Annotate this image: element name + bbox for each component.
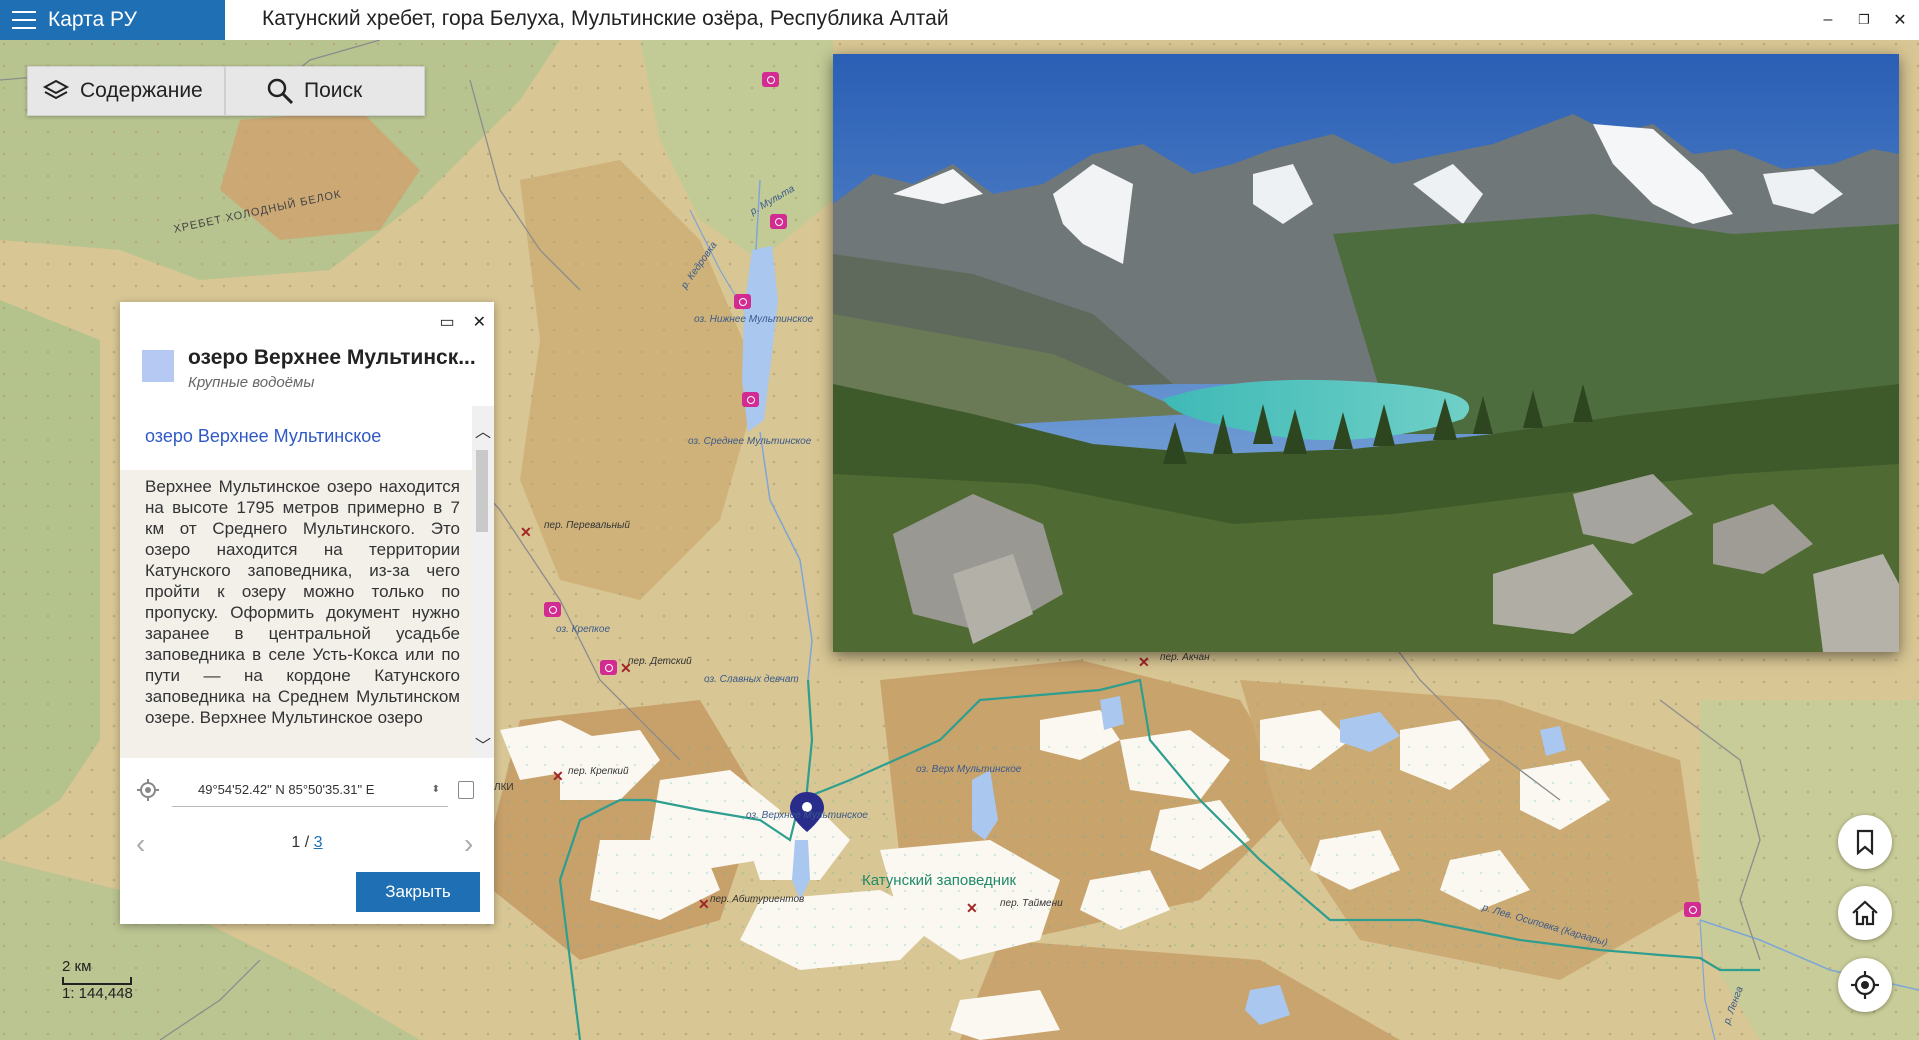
feature-details-scroll[interactable]: озеро Верхнее Мультинское Верхнее Мульти…: [120, 406, 494, 758]
photo-poi-icon[interactable]: [1684, 902, 1701, 917]
map-label-lake-upper-east[interactable]: оз. Верх Мультинское: [916, 764, 1021, 775]
page-separator: /: [300, 834, 314, 851]
close-panel-button[interactable]: Закрыть: [356, 872, 480, 912]
bookmark-icon: [1856, 829, 1874, 856]
map-label-pass-akchan[interactable]: пер. Акчан: [1160, 652, 1210, 663]
search-icon: [266, 77, 294, 105]
map-label-reserve: Катунский заповедник: [862, 872, 1017, 889]
photo-poi-icon[interactable]: [600, 660, 617, 675]
pass-marker-icon[interactable]: ✕: [620, 660, 632, 677]
home-icon: [1852, 900, 1878, 926]
title-bar: Карта РУ Катунский хребет, гора Белуха, …: [0, 0, 1919, 40]
feature-layer-name: Крупные водоёмы: [188, 374, 315, 391]
photo-poi-icon[interactable]: [762, 72, 779, 87]
pass-marker-icon[interactable]: ✕: [698, 896, 710, 913]
map-label-pass-abiturientov[interactable]: пер. Абитуриентов: [710, 894, 804, 905]
photo-poi-icon[interactable]: [734, 294, 751, 309]
map-label-lake-slavnyh[interactable]: оз. Славных девчат: [704, 674, 799, 685]
map-label-lake-lower[interactable]: оз. Нижнее Мультинское: [694, 314, 813, 325]
next-feature-icon[interactable]: ›: [464, 828, 473, 860]
photo-poi-icon[interactable]: [544, 602, 561, 617]
map-label-pass-krepky[interactable]: пер. Крепкий: [568, 766, 629, 777]
pass-marker-icon[interactable]: ✕: [552, 768, 564, 785]
pass-marker-icon[interactable]: ✕: [1138, 654, 1150, 671]
panel-maximize-button[interactable]: ▭: [439, 312, 454, 332]
pass-marker-icon[interactable]: ✕: [966, 900, 978, 917]
feature-photo[interactable]: [833, 54, 1899, 652]
map-label-pass-detsky[interactable]: пер. Детский: [628, 656, 692, 667]
coordinate-format-spinner-icon[interactable]: ⬍: [432, 784, 440, 795]
layer-swatch: [142, 350, 174, 382]
locate-button[interactable]: [1838, 958, 1892, 1012]
close-window-button[interactable]: ✕: [1882, 4, 1918, 36]
pass-marker-icon[interactable]: ✕: [520, 524, 532, 541]
scale-bar: 2 км 1: 144,448: [62, 958, 133, 1002]
coordinate-value: 49°54'52.42" N 85°50'35.31" E: [198, 782, 375, 797]
feature-title: озеро Верхнее Мультинск...: [188, 346, 476, 369]
map-label-lake-middle[interactable]: оз. Среднее Мультинское: [688, 436, 811, 447]
map-label-edge-fragment: ЛКИ: [494, 782, 514, 793]
feature-link[interactable]: озеро Верхнее Мультинское: [145, 426, 381, 447]
map-label-pass-perevalny[interactable]: пер. Перевальный: [544, 520, 630, 531]
page-current: 1: [291, 834, 301, 851]
feature-pager: ‹ 1 / 3 ›: [120, 828, 494, 860]
page-total-link[interactable]: 3: [314, 834, 323, 851]
minimize-button[interactable]: –: [1810, 4, 1846, 36]
crosshair-icon[interactable]: [136, 778, 160, 802]
scale-distance: 2 км: [62, 958, 92, 975]
window-title: Катунский хребет, гора Белуха, Мультинск…: [262, 7, 949, 30]
search-button[interactable]: Поиск: [225, 66, 425, 116]
scrollbar-thumb[interactable]: [476, 450, 488, 532]
home-button[interactable]: [1838, 886, 1892, 940]
bookmark-button[interactable]: [1838, 815, 1892, 869]
panel-window-controls: ▭ ✕: [439, 312, 486, 332]
map-label-lake-upper-selected[interactable]: оз. Верхнее Мультинское: [746, 810, 868, 821]
panel-close-button[interactable]: ✕: [473, 312, 486, 332]
map-toolbar: Содержание Поиск: [27, 66, 425, 116]
feature-info-panel: ▭ ✕ озеро Верхнее Мультинск... Крупные в…: [120, 302, 494, 924]
lake-photo-image: [833, 54, 1899, 652]
locate-icon: [1851, 971, 1879, 999]
hamburger-icon: [12, 11, 36, 29]
contents-button[interactable]: Содержание: [27, 66, 225, 116]
restore-button[interactable]: ❐: [1846, 4, 1882, 36]
map-label-pass-taymeni[interactable]: пер. Таймени: [1000, 898, 1063, 909]
panel-scrollbar[interactable]: ︿ ﹀: [472, 406, 494, 758]
feature-description: Верхнее Мультинское озеро находится на в…: [120, 470, 472, 758]
feature-page-counter: 1 / 3: [120, 834, 494, 852]
scale-ratio: 1: 144,448: [62, 985, 133, 1002]
app-menu-button[interactable]: Карта РУ: [0, 0, 225, 40]
coordinate-field[interactable]: 49°54'52.42" N 85°50'35.31" E ⬍: [172, 773, 448, 807]
photo-poi-icon[interactable]: [742, 392, 759, 407]
scroll-down-icon[interactable]: ﹀: [475, 732, 491, 756]
search-label: Поиск: [304, 79, 363, 102]
coordinate-row: 49°54'52.42" N 85°50'35.31" E ⬍: [136, 772, 482, 808]
contents-label: Содержание: [80, 79, 203, 102]
scroll-up-icon[interactable]: ︿: [475, 418, 491, 442]
map-label-lake-krepkoe[interactable]: оз. Крепкое: [556, 624, 610, 635]
scale-bar-line: [62, 977, 132, 985]
photo-poi-icon[interactable]: [770, 214, 787, 229]
app-name: Карта РУ: [48, 8, 137, 31]
layers-icon: [42, 77, 70, 105]
copy-icon[interactable]: [458, 781, 474, 799]
